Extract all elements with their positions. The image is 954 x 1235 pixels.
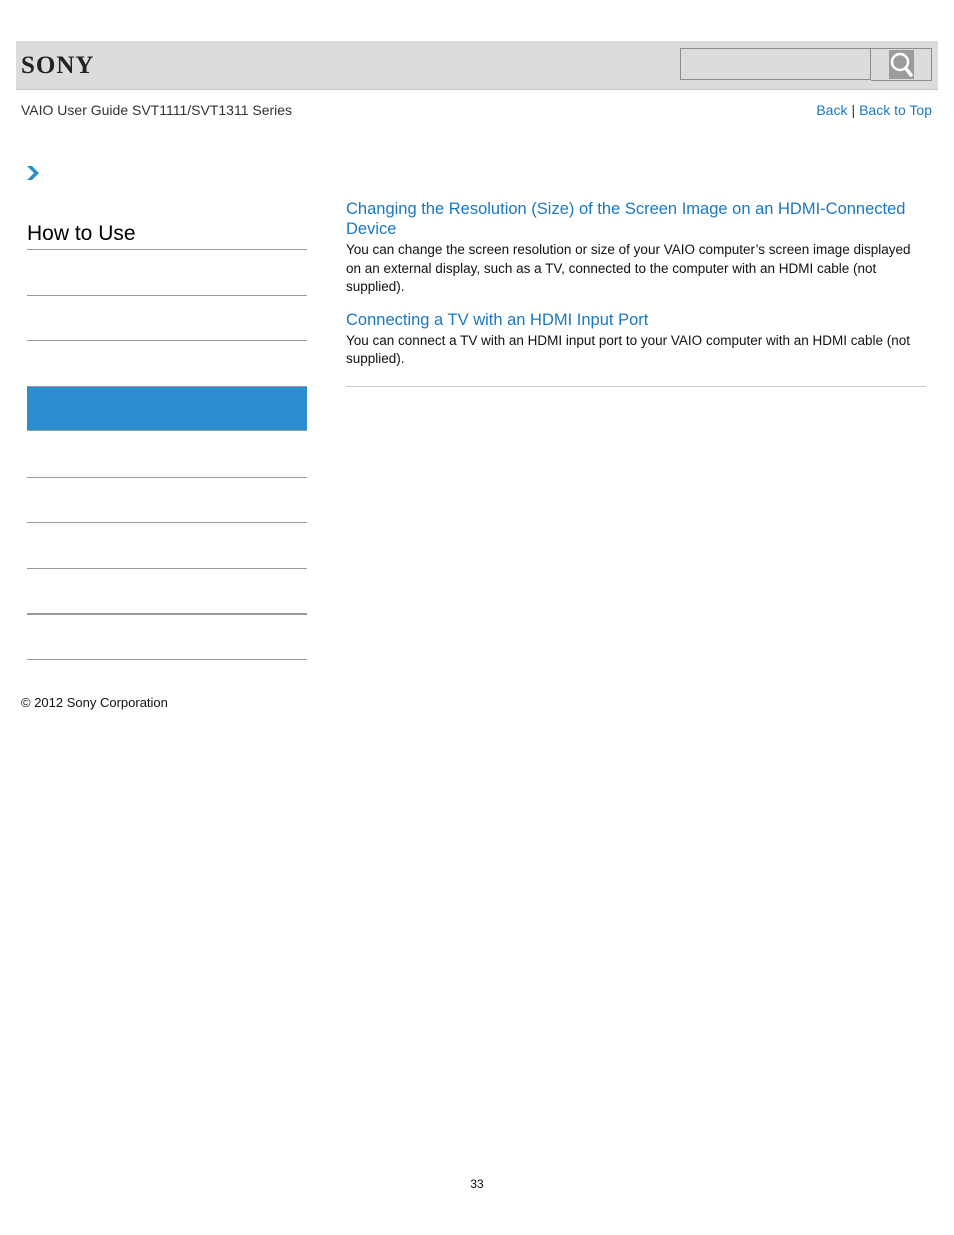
- sidebar-item-3-active[interactable]: [27, 386, 307, 431]
- topic-link-connect-tv[interactable]: Connecting a TV with an HDMI Input Port: [346, 310, 926, 330]
- nav-separator: |: [851, 102, 856, 118]
- page-number: 33: [470, 1177, 484, 1191]
- guide-title: VAIO User Guide SVT1111/SVT1311 Series: [21, 102, 293, 118]
- sidebar-divider: [27, 249, 307, 250]
- sidebar-title: How to Use: [27, 222, 136, 245]
- sidebar-item-6[interactable]: [27, 568, 307, 569]
- sidebar-item-8[interactable]: [27, 659, 307, 660]
- back-link[interactable]: Back: [816, 102, 847, 118]
- nav-links: Back | Back to Top: [816, 102, 932, 118]
- search-icon: [889, 50, 914, 79]
- copyright: © 2012 Sony Corporation: [21, 695, 168, 710]
- search-button[interactable]: [871, 48, 932, 81]
- back-to-top-link[interactable]: Back to Top: [859, 102, 932, 118]
- sidebar-item-1[interactable]: [27, 295, 307, 296]
- search-input[interactable]: [680, 48, 871, 80]
- sidebar-item-5[interactable]: [27, 522, 307, 523]
- topic-link-hdmi-resolution[interactable]: Changing the Resolution (Size) of the Sc…: [346, 199, 926, 239]
- content-divider: [346, 385, 926, 387]
- sidebar-item-4[interactable]: [27, 477, 307, 478]
- topic-item: Connecting a TV with an HDMI Input Port …: [346, 310, 926, 369]
- topic-item: Changing the Resolution (Size) of the Sc…: [346, 199, 926, 297]
- sony-logo: SONY: [21, 52, 95, 79]
- chevron-right-icon[interactable]: [26, 165, 40, 186]
- main-content: Changing the Resolution (Size) of the Sc…: [346, 199, 926, 387]
- topic-description: You can change the screen resolution or …: [346, 242, 911, 294]
- sidebar-item-2[interactable]: [27, 340, 307, 341]
- topic-description: You can connect a TV with an HDMI input …: [346, 332, 911, 367]
- sidebar-item-7[interactable]: [27, 613, 307, 615]
